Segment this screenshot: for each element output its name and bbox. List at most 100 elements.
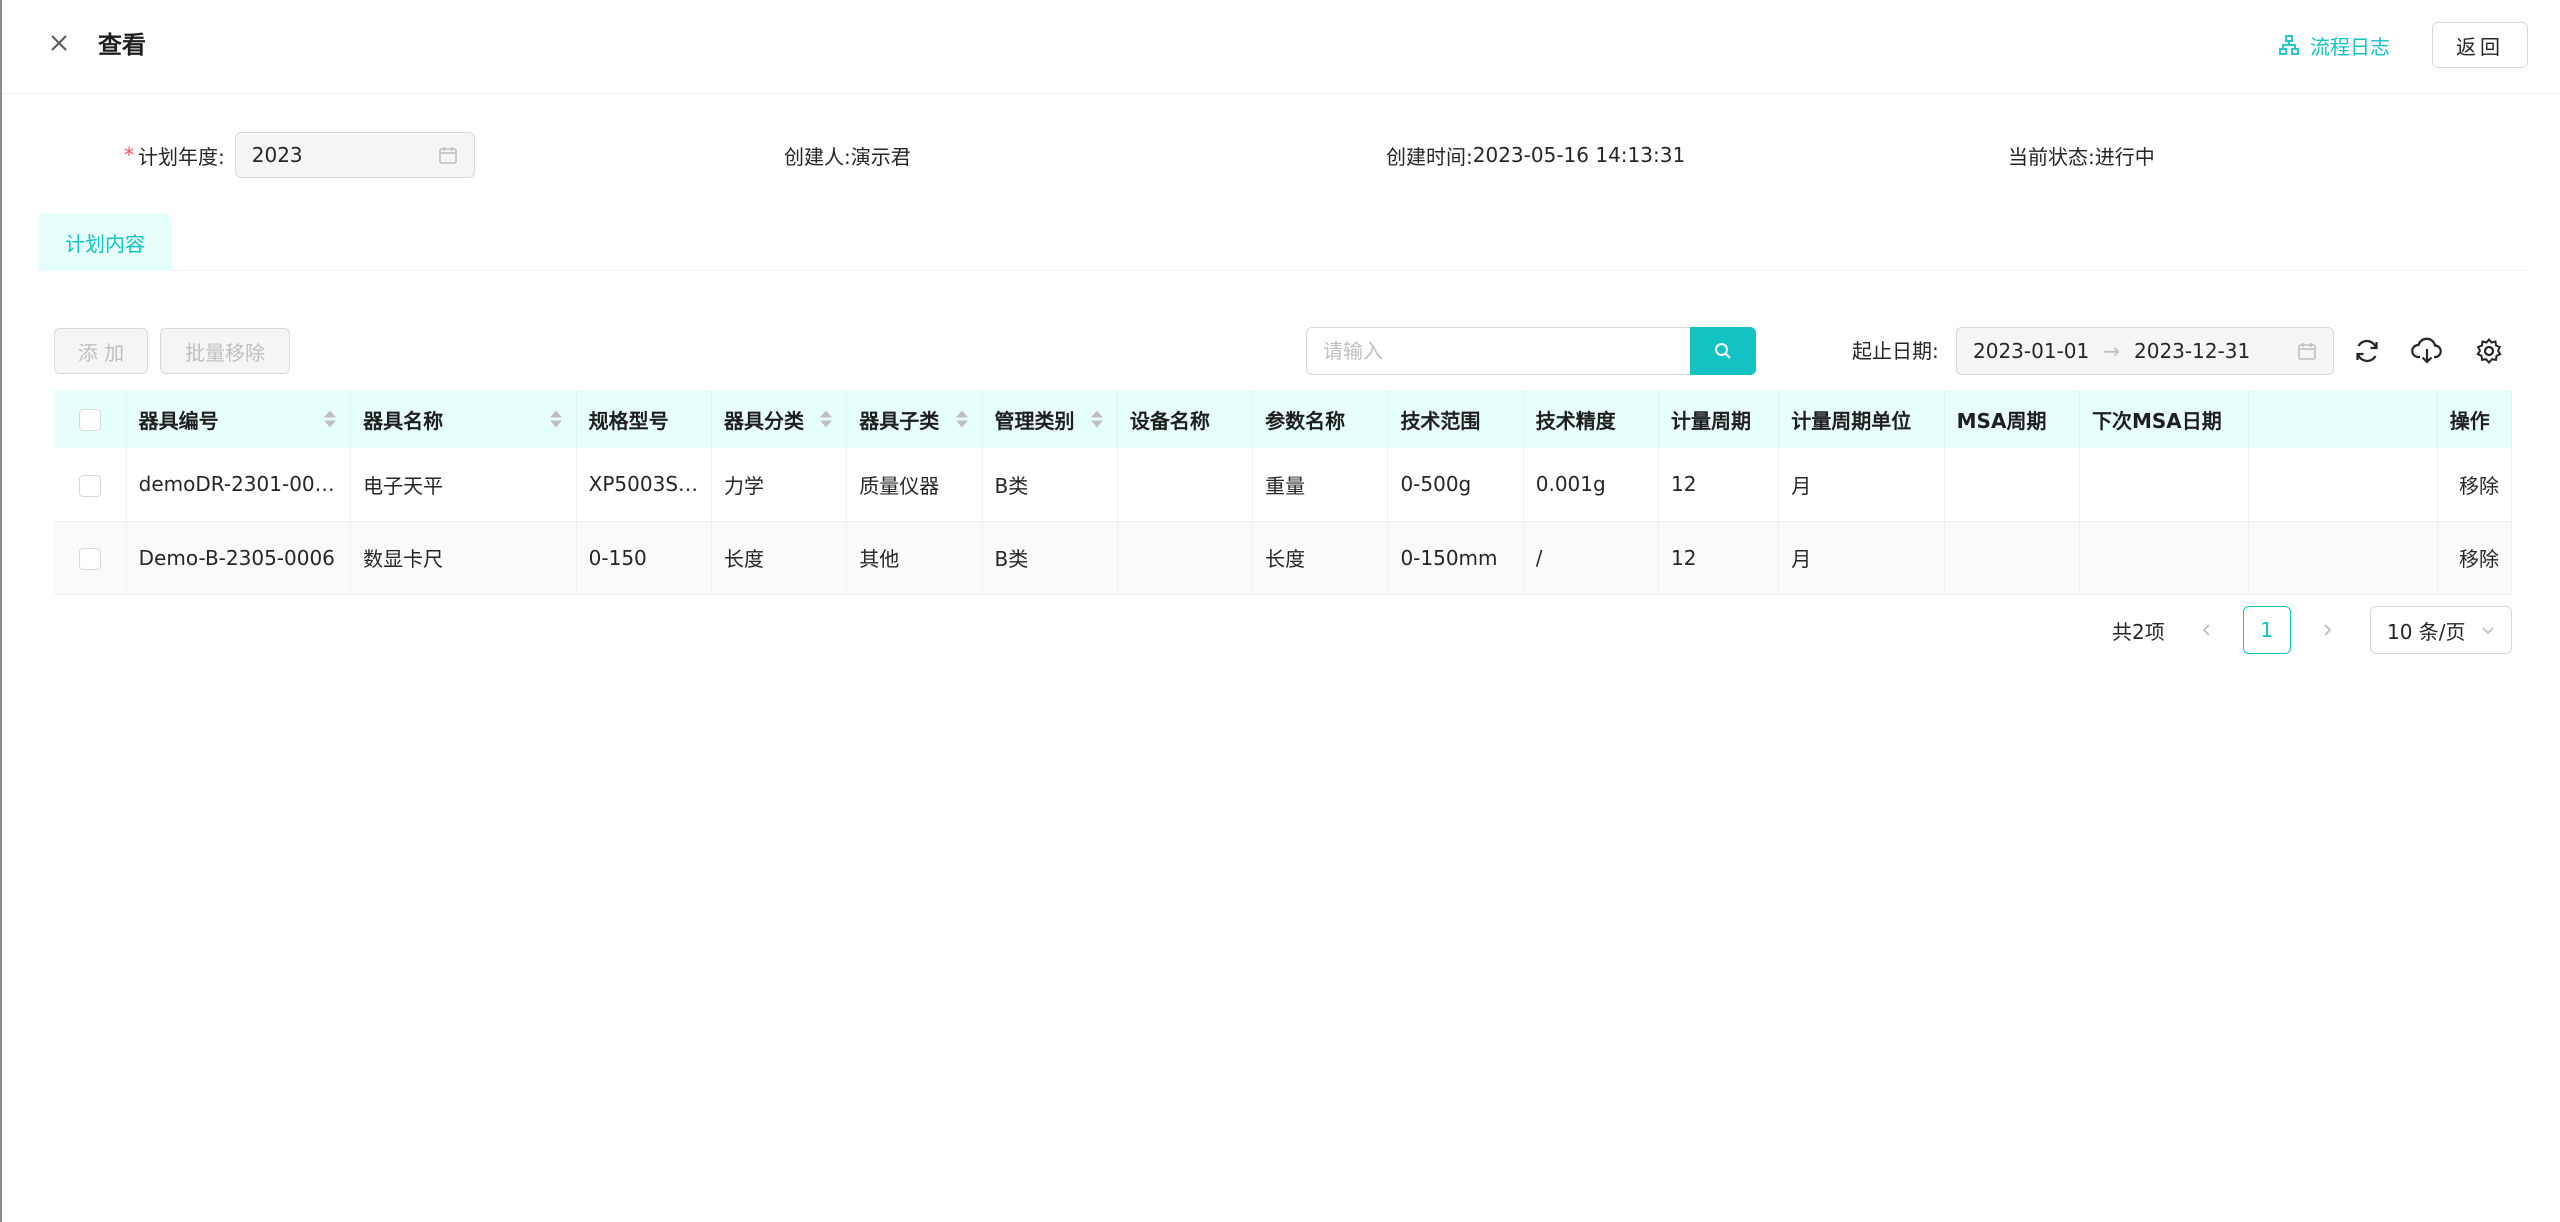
refresh-icon	[2356, 339, 2378, 363]
tab-plan-content[interactable]: 计划内容	[38, 213, 172, 271]
select-all-checkbox[interactable]	[78, 409, 101, 432]
column-header-subcategory[interactable]: 器具子类	[846, 390, 983, 448]
cell-tech-range: 0-150mm	[1387, 521, 1524, 595]
column-header-mgmt-class[interactable]: 管理类别	[982, 390, 1118, 448]
plan-year-label: 计划年度:	[138, 144, 225, 169]
creator-label: 创建人:	[784, 144, 851, 169]
batch-remove-button[interactable]: 批量移除	[160, 328, 290, 374]
cell-code-link[interactable]: demoDR-2301-0001	[126, 448, 352, 522]
sort-icon[interactable]	[820, 410, 833, 428]
refresh-button[interactable]	[2350, 334, 2384, 368]
cell-param-name: 长度	[1252, 521, 1389, 595]
column-header-name[interactable]: 器具名称	[350, 390, 577, 448]
cell-subcategory: 质量仪器	[846, 448, 983, 522]
column-header-spec: 规格型号	[576, 390, 712, 448]
cloud-download-icon	[2411, 337, 2442, 364]
column-header-code[interactable]: 器具编号	[126, 390, 352, 448]
chevron-down-icon	[2482, 627, 2494, 635]
cell-msa-cycle	[1944, 521, 2080, 595]
table-header-row: 器具编号 器具名称 规格型号 器具分类 器具子类 管理类别 设备名称 参数名称 …	[54, 390, 2513, 448]
plan-year-input[interactable]: 2023	[234, 132, 475, 178]
cell-param-name: 重量	[1252, 448, 1389, 522]
column-header-msa-cycle: MSA周期	[1944, 390, 2080, 448]
column-header-tech-precision: 技术精度	[1523, 390, 1660, 448]
column-header-next-msa-date: 下次MSA日期	[2079, 390, 2250, 448]
cell-blank	[2248, 521, 2438, 595]
chevron-left-icon	[2202, 624, 2210, 636]
tab-bar: 计划内容	[38, 213, 2528, 271]
table-row: Demo-B-2305-0006 数显卡尺 0-150 长度 其他 B类 长度 …	[54, 521, 2513, 595]
column-header-device-name: 设备名称	[1117, 390, 1254, 448]
chevron-right-icon	[2324, 624, 2332, 636]
column-header-action: 操作	[2437, 390, 2513, 448]
date-start[interactable]: 2023-01-01	[1973, 339, 2089, 363]
remove-link[interactable]: 移除	[2437, 448, 2513, 522]
date-range-picker[interactable]: 2023-01-01 → 2023-12-31	[1956, 327, 2334, 375]
cell-msa-cycle	[1944, 448, 2080, 522]
cell-cycle: 12	[1658, 448, 1780, 522]
settings-gear-icon	[2476, 337, 2502, 364]
date-range-arrow: →	[2103, 339, 2120, 363]
cell-next-msa-date	[2079, 521, 2250, 595]
sort-icon[interactable]	[549, 410, 562, 428]
page-size-value: 10 条/页	[2387, 619, 2466, 644]
plan-year-field: * 计划年度: 2023	[124, 131, 475, 179]
pagination: 共2项 1	[2112, 606, 2351, 654]
row-checkbox[interactable]	[78, 547, 101, 570]
column-header-blank	[2248, 390, 2438, 448]
cell-spec: XP5003S5...	[576, 448, 712, 522]
prev-page-button[interactable]	[2183, 606, 2231, 654]
cell-next-msa-date	[2079, 448, 2250, 522]
close-icon	[51, 35, 67, 51]
next-page-button[interactable]	[2303, 606, 2351, 654]
search-icon	[1715, 343, 1731, 359]
creator-value: 演示君	[850, 144, 911, 169]
status-value: 进行中	[2094, 144, 2155, 169]
table-row: demoDR-2301-0001 电子天平 XP5003S5... 力学 质量仪…	[54, 448, 2513, 522]
created-time-label: 创建时间:	[1386, 144, 1473, 169]
add-button[interactable]: 添 加	[54, 328, 148, 374]
column-header-cycle-unit: 计量周期单位	[1778, 390, 1945, 448]
row-select-cell	[54, 521, 127, 595]
required-mark: *	[124, 143, 134, 167]
sort-icon[interactable]	[955, 410, 968, 428]
close-button[interactable]	[44, 28, 74, 58]
cell-code-link[interactable]: Demo-B-2305-0006	[126, 521, 352, 595]
date-range-label: 起止日期:	[1852, 339, 1939, 363]
cell-subcategory: 其他	[846, 521, 983, 595]
back-button[interactable]: 返回	[2432, 22, 2528, 68]
plan-content-table: 器具编号 器具名称 规格型号 器具分类 器具子类 管理类别 设备名称 参数名称 …	[54, 390, 2513, 595]
status-field: 当前状态: 进行中	[2008, 131, 2155, 179]
cell-device-name	[1117, 521, 1254, 595]
cell-tech-range: 0-500g	[1387, 448, 1524, 522]
page-frame: 查看 流程日志 返回 * 计划年度: 2023 创建人: 演示君 创建时间: 2…	[0, 0, 2560, 1222]
settings-button[interactable]	[2472, 334, 2506, 368]
row-checkbox[interactable]	[78, 474, 101, 497]
cell-tech-precision: 0.001g	[1523, 448, 1660, 522]
column-header-tech-range: 技术范围	[1387, 390, 1524, 448]
page-header: 查看 流程日志 返回	[2, 0, 2560, 94]
pagination-total: 共2项	[2112, 619, 2165, 644]
sort-icon[interactable]	[1090, 410, 1103, 428]
cell-name: 电子天平	[350, 448, 577, 522]
creator-field: 创建人: 演示君	[784, 131, 911, 179]
column-header-param-name: 参数名称	[1252, 390, 1389, 448]
flow-log-label: 流程日志	[2310, 34, 2390, 59]
flow-chart-icon	[2279, 35, 2299, 55]
page-1-button[interactable]: 1	[2242, 606, 2291, 654]
search-input[interactable]	[1306, 327, 1690, 375]
cell-category: 长度	[711, 521, 848, 595]
sort-icon[interactable]	[324, 410, 337, 428]
flow-log-link[interactable]: 流程日志	[2278, 28, 2390, 62]
export-button[interactable]	[2410, 334, 2444, 368]
search-button[interactable]	[1690, 327, 1756, 375]
page-size-select[interactable]: 10 条/页	[2370, 606, 2512, 654]
row-select-cell	[54, 448, 127, 522]
date-end[interactable]: 2023-12-31	[2134, 339, 2250, 363]
status-label: 当前状态:	[2008, 144, 2095, 169]
cell-mgmt-class: B类	[982, 521, 1118, 595]
column-header-category[interactable]: 器具分类	[711, 390, 848, 448]
remove-link[interactable]: 移除	[2437, 521, 2513, 595]
cell-device-name	[1117, 448, 1254, 522]
page-title: 查看	[98, 31, 146, 59]
